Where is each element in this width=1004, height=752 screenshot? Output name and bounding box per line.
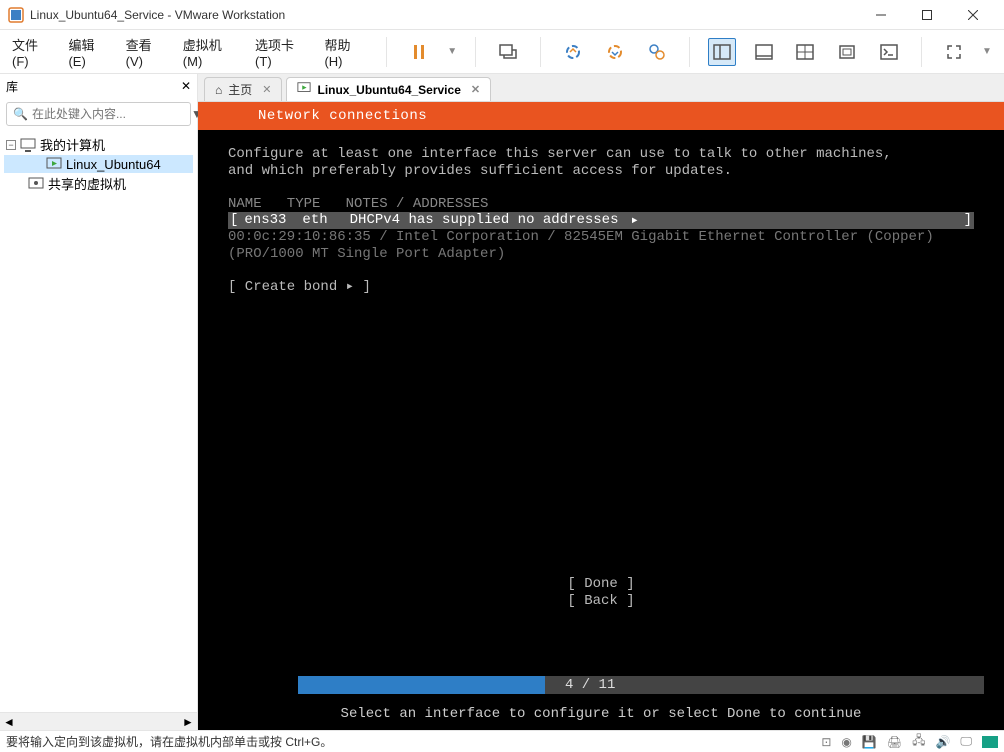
vm-console[interactable]: Network connections Configure at least o… [198,102,1004,730]
iface-note: DHCPv4 has supplied no addresses [350,212,619,229]
console-button[interactable] [875,38,903,66]
home-icon: ⌂ [215,83,222,97]
menu-vm[interactable]: 虚拟机(M) [183,35,241,69]
toolbar-separator [921,37,922,67]
tree-label: Linux_Ubuntu64 [66,157,161,172]
sound-icon[interactable]: 🔊 [935,735,950,749]
tab-label: 主页 [228,81,252,98]
library-sidebar: 库 ✕ 🔍 ▼ − 我的计算机 Linux_Ubuntu64 共享的虚拟机 [0,74,198,730]
minimize-button[interactable] [858,0,904,30]
devices-icon[interactable]: ⊡ [821,735,831,749]
tree-node-linux-ubuntu64[interactable]: Linux_Ubuntu64 [4,155,193,173]
scroll-left-icon[interactable]: ◄ [0,713,18,730]
tree-label: 共享的虚拟机 [48,174,126,193]
fullscreen-button[interactable] [940,38,968,66]
revert-button[interactable] [601,38,629,66]
toolbar-separator [475,37,476,67]
snapshot-button[interactable] [559,38,587,66]
tab-label: Linux_Ubuntu64_Service [317,83,460,97]
vm-active-indicator [982,736,998,748]
status-message: 要将输入定向到该虚拟机，请在虚拟机内部单击或按 Ctrl+G。 [6,733,821,750]
view-split-button[interactable] [708,38,736,66]
scroll-right-icon[interactable]: ► [179,713,197,730]
network-icon[interactable]: 🖧 [912,731,925,752]
bracket-open: [ [230,212,238,229]
sidebar-scrollbar[interactable]: ◄ ► [0,712,197,730]
window-title: Linux_Ubuntu64_Service - VMware Workstat… [30,8,858,22]
sidebar-close-icon[interactable]: ✕ [181,79,191,93]
back-button[interactable]: [ Back ] [228,593,974,610]
tab-linux-ubuntu64-service[interactable]: Linux_Ubuntu64_Service ✕ [286,77,491,101]
progress-text: 4 / 11 [565,677,615,693]
unity-button[interactable] [833,38,861,66]
close-button[interactable] [950,0,996,30]
iface-name: ens33 [244,212,286,229]
printer-icon[interactable]: 🖨 [887,735,902,749]
menu-view[interactable]: 查看(V) [126,35,169,69]
installer-hint: Select an interface to configure it or s… [198,698,1004,726]
view-single-button[interactable] [750,38,778,66]
iface-type: eth [302,212,327,229]
progress-bar: 4 / 11 [298,676,984,694]
installer-intro-line1: Configure at least one interface this se… [228,146,974,163]
menu-file[interactable]: 文件(F) [12,35,54,69]
vm-running-icon [297,81,311,98]
search-icon: 🔍 [13,107,28,121]
installer-header: Network connections [198,102,1004,130]
interface-row-ens33[interactable]: [ ens33 eth DHCPv4 has supplied no addre… [228,212,974,229]
iface-detail-mac: 00:0c:29:10:86:35 / Intel Corporation / … [228,229,974,246]
toolbar-separator [540,37,541,67]
menu-tabs[interactable]: 选项卡(T) [255,35,310,69]
tab-close-icon[interactable]: ✕ [471,83,480,96]
sidebar-title: 库 [6,78,18,95]
bracket-close: ] [964,212,972,229]
chevron-right-icon: ▸ [630,212,638,229]
tab-bar: ⌂ 主页 ✕ Linux_Ubuntu64_Service ✕ [198,74,1004,102]
cd-icon[interactable]: ◉ [841,735,851,749]
column-headers: NAME TYPE NOTES / ADDRESSES [228,196,974,213]
maximize-button[interactable] [904,0,950,30]
installer-intro-line2: and which preferably provides sufficient… [228,163,974,180]
vmware-logo-icon [8,7,24,23]
menu-bar: 文件(F) 编辑(E) 查看(V) 虚拟机(M) 选项卡(T) 帮助(H) ▼ … [0,30,1004,74]
toolbar-separator [386,37,387,67]
suspend-dropdown-icon[interactable]: ▼ [447,46,457,57]
tree-node-shared[interactable]: 共享的虚拟机 [4,173,193,194]
sidebar-search[interactable]: 🔍 ▼ [6,102,191,126]
shared-vm-icon [28,176,44,192]
menu-edit[interactable]: 编辑(E) [68,35,111,69]
tab-home[interactable]: ⌂ 主页 ✕ [204,77,282,101]
display-icon[interactable]: 🖵 [960,734,972,749]
create-bond-option[interactable]: [ Create bond ▸ ] [228,279,974,296]
toolbar-separator [689,37,690,67]
view-tile-button[interactable] [791,38,819,66]
manage-snapshots-button[interactable] [643,38,671,66]
tree-label: 我的计算机 [40,135,105,154]
done-button[interactable]: [ Done ] [228,576,974,593]
library-tree: − 我的计算机 Linux_Ubuntu64 共享的虚拟机 [0,130,197,712]
tree-node-my-computer[interactable]: − 我的计算机 [4,134,193,155]
title-bar: Linux_Ubuntu64_Service - VMware Workstat… [0,0,1004,30]
fullscreen-dropdown-icon[interactable]: ▼ [982,46,992,57]
search-input[interactable] [32,107,187,121]
iface-detail-adapter: (PRO/1000 MT Single Port Adapter) [228,246,974,263]
vm-icon [46,156,62,172]
menu-help[interactable]: 帮助(H) [324,35,368,69]
floppy-icon[interactable]: 💾 [862,735,877,749]
send-keys-button[interactable] [494,38,522,66]
status-bar: 要将输入定向到该虚拟机，请在虚拟机内部单击或按 Ctrl+G。 ⊡ ◉ 💾 🖨 … [0,730,1004,752]
expander-icon[interactable]: − [6,140,16,150]
computer-icon [20,137,36,153]
tab-close-icon[interactable]: ✕ [262,83,271,96]
suspend-button[interactable] [405,38,433,66]
status-icons: ⊡ ◉ 💾 🖨 🖧 🔊 🖵 [821,731,998,752]
